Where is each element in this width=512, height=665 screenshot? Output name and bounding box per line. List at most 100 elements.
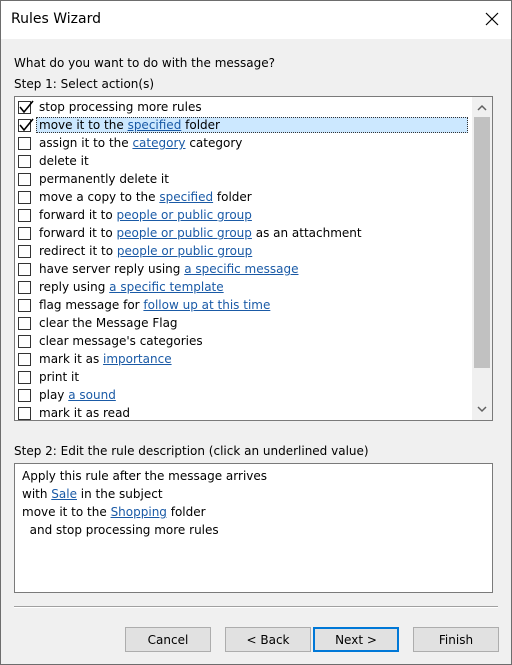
action-checkbox[interactable] xyxy=(18,262,31,276)
editable-value-link[interactable]: a specific template xyxy=(109,280,224,294)
editable-value-link[interactable]: follow up at this time xyxy=(143,298,270,312)
action-label: reply using a specific template xyxy=(36,279,468,295)
text-segment: play xyxy=(39,388,69,402)
finish-button[interactable]: Finish xyxy=(413,627,499,652)
action-label: permanently delete it xyxy=(36,171,468,187)
action-checkbox[interactable] xyxy=(18,244,31,258)
close-button[interactable] xyxy=(481,7,503,31)
window-title: Rules Wizard xyxy=(11,11,101,27)
rule-description-box: Apply this rule after the message arrive… xyxy=(14,463,493,593)
text-segment: assign it to the xyxy=(39,136,133,150)
action-checkbox[interactable] xyxy=(18,352,31,366)
action-checkbox[interactable] xyxy=(18,136,31,150)
action-list-item[interactable]: have server reply using a specific messa… xyxy=(17,260,472,278)
action-list-item[interactable]: play a sound xyxy=(17,386,472,404)
text-segment: folder xyxy=(213,190,252,204)
text-segment: delete it xyxy=(39,154,89,168)
action-list-item[interactable]: move a copy to the specified folder xyxy=(17,188,472,206)
title-bar: Rules Wizard xyxy=(1,1,511,39)
action-checkbox[interactable] xyxy=(18,334,31,348)
action-checkbox[interactable] xyxy=(18,406,31,420)
action-label: clear message's categories xyxy=(36,333,468,349)
action-list-item[interactable]: clear the Message Flag xyxy=(17,314,472,332)
cancel-button[interactable]: Cancel xyxy=(125,627,211,652)
action-checkbox[interactable] xyxy=(18,298,31,312)
text-segment: redirect it to xyxy=(39,244,117,258)
chevron-up-icon xyxy=(477,104,487,111)
text-segment: permanently delete it xyxy=(39,172,169,186)
action-checkbox[interactable] xyxy=(18,370,31,384)
action-label: stop processing more rules xyxy=(36,99,468,115)
editable-value-link[interactable]: specified xyxy=(128,118,182,132)
actions-scrollbar[interactable] xyxy=(472,97,492,420)
action-list-item[interactable]: stop processing more rules xyxy=(17,98,472,116)
action-checkbox[interactable] xyxy=(18,316,31,330)
action-label: have server reply using a specific messa… xyxy=(36,261,468,277)
action-list-item[interactable]: reply using a specific template xyxy=(17,278,472,296)
scroll-up-button[interactable] xyxy=(472,99,492,116)
editable-value-link[interactable]: a specific message xyxy=(184,262,298,276)
action-list-item[interactable]: mark it as importance xyxy=(17,350,472,368)
action-list-item[interactable]: forward it to people or public group as … xyxy=(17,224,472,242)
action-label: redirect it to people or public group xyxy=(36,243,468,259)
description-line: with Sale in the subject xyxy=(22,485,485,503)
text-segment: and stop processing more rules xyxy=(22,523,219,537)
editable-value-link[interactable]: specified xyxy=(159,190,213,204)
text-segment: mark it as xyxy=(39,352,104,366)
action-list-item[interactable]: print it xyxy=(17,368,472,386)
action-label: mark it as read xyxy=(36,405,468,420)
action-checkbox[interactable] xyxy=(18,190,31,204)
actions-listbox[interactable]: stop processing more rules move it to the… xyxy=(14,96,493,421)
text-segment: clear message's categories xyxy=(39,334,203,348)
scroll-down-button[interactable] xyxy=(472,401,492,418)
action-list-item[interactable]: redirect it to people or public group xyxy=(17,242,472,260)
action-list-item[interactable]: clear message's categories xyxy=(17,332,472,350)
editable-value-link[interactable]: Sale xyxy=(51,487,77,501)
text-segment: mark it as read xyxy=(39,406,131,420)
text-segment: print it xyxy=(39,370,80,384)
action-label: mark it as importance xyxy=(36,351,468,367)
action-label: delete it xyxy=(36,153,468,169)
text-segment: flag message for xyxy=(39,298,144,312)
action-list-item[interactable]: flag message for follow up at this time xyxy=(17,296,472,314)
action-list-item[interactable]: delete it xyxy=(17,152,472,170)
action-label: print it xyxy=(36,369,468,385)
action-checkbox[interactable] xyxy=(18,99,34,114)
next-button[interactable]: Next > xyxy=(313,627,399,652)
action-checkbox[interactable] xyxy=(18,208,31,222)
action-list-item[interactable]: assign it to the category category xyxy=(17,134,472,152)
text-segment: move it to the xyxy=(22,505,111,519)
action-checkbox[interactable] xyxy=(18,154,31,168)
action-checkbox[interactable] xyxy=(18,172,31,186)
editable-value-link[interactable]: importance xyxy=(103,352,172,366)
back-button[interactable]: < Back xyxy=(225,627,311,652)
editable-value-link[interactable]: category xyxy=(132,136,185,150)
editable-value-link[interactable]: Shopping xyxy=(111,505,167,519)
editable-value-link[interactable]: people or public group xyxy=(117,226,252,240)
step2-label: Step 2: Edit the rule description (click… xyxy=(14,444,369,458)
description-line: and stop processing more rules xyxy=(22,521,485,539)
action-list-item[interactable]: move it to the specified folder xyxy=(17,116,472,134)
text-segment: forward it to xyxy=(39,226,117,240)
scroll-thumb[interactable] xyxy=(474,117,490,368)
description-line: Apply this rule after the message arrive… xyxy=(22,467,485,485)
action-label: forward it to people or public group as … xyxy=(36,225,468,241)
editable-value-link[interactable]: people or public group xyxy=(117,244,252,258)
action-label: play a sound xyxy=(36,387,468,403)
text-segment: in the subject xyxy=(76,487,163,501)
button-separator xyxy=(14,606,498,608)
rules-wizard-window: Rules Wizard What do you want to do with… xyxy=(0,0,512,665)
action-list-item[interactable]: permanently delete it xyxy=(17,170,472,188)
text-segment: clear the Message Flag xyxy=(39,316,178,330)
text-segment: folder xyxy=(166,505,206,519)
text-segment: reply using xyxy=(39,280,110,294)
action-checkbox[interactable] xyxy=(18,117,34,132)
action-checkbox[interactable] xyxy=(18,226,31,240)
editable-value-link[interactable]: a sound xyxy=(68,388,116,402)
editable-value-link[interactable]: people or public group xyxy=(117,208,252,222)
text-segment: folder xyxy=(181,118,220,132)
action-checkbox[interactable] xyxy=(18,280,31,294)
action-checkbox[interactable] xyxy=(18,388,31,402)
action-list-item[interactable]: mark it as read xyxy=(17,404,472,420)
action-list-item[interactable]: forward it to people or public group xyxy=(17,206,472,224)
